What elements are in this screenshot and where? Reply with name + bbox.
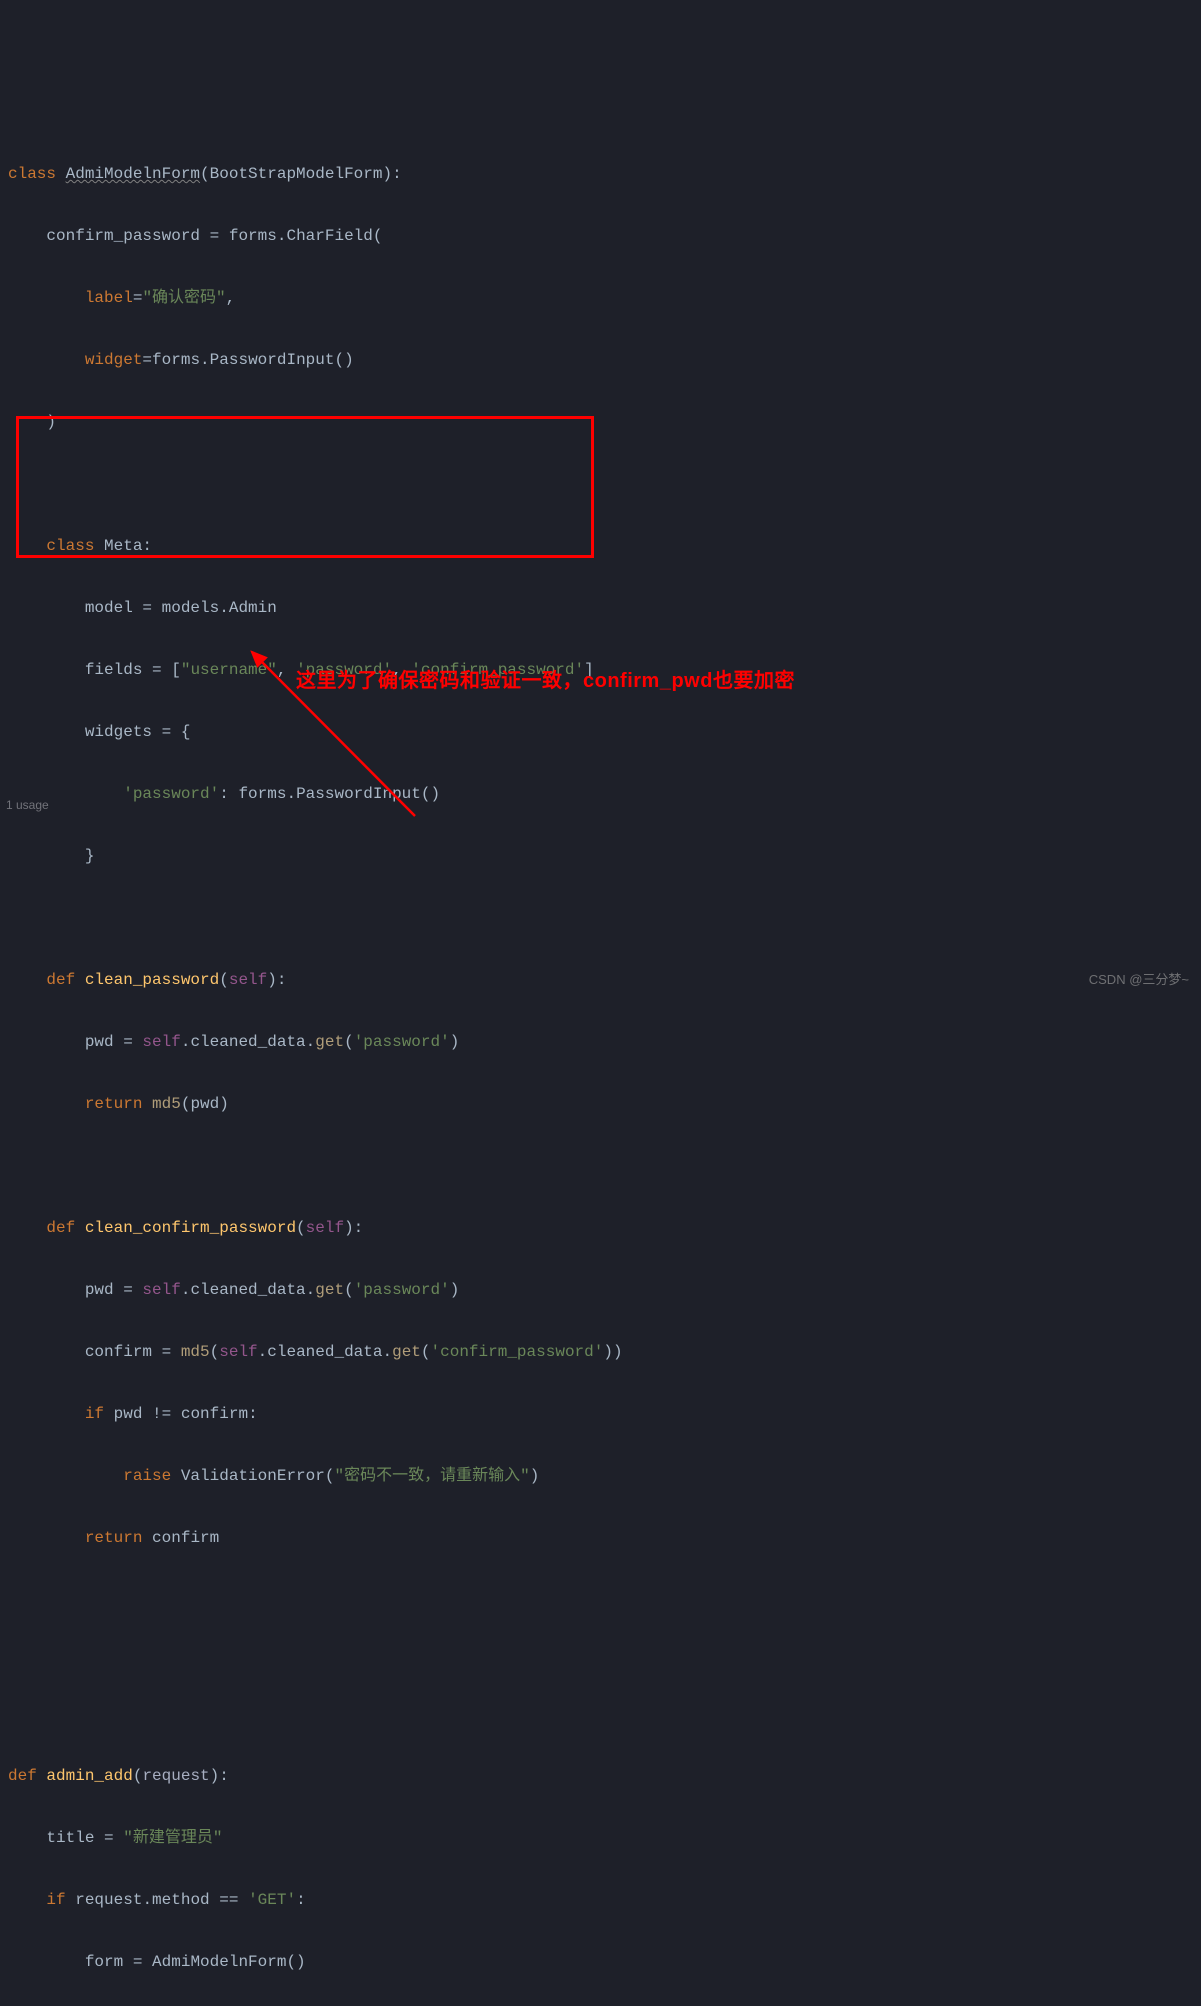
string: "新建管理员" xyxy=(123,1829,222,1847)
function-name: clean_confirm_password xyxy=(85,1219,296,1237)
function-call: PasswordInput xyxy=(296,785,421,803)
string: 'password' xyxy=(354,1281,450,1299)
code-line[interactable]: class Meta: xyxy=(8,531,1201,562)
code-line[interactable]: return md5(pwd) xyxy=(8,1089,1201,1120)
code-editor[interactable]: class AdmiModelnForm(BootStrapModelForm)… xyxy=(0,124,1201,2006)
code-line[interactable]: label="确认密码", xyxy=(8,283,1201,314)
variable: fields xyxy=(85,661,152,679)
code-line[interactable]: if pwd != confirm: xyxy=(8,1399,1201,1430)
keyword-class: class xyxy=(8,165,66,183)
code-line[interactable]: form = AdmiModelnForm() xyxy=(8,1947,1201,1978)
string: 'password' xyxy=(296,661,392,679)
code-line-blank[interactable] xyxy=(8,1647,1201,1678)
code-line[interactable]: return confirm xyxy=(8,1523,1201,1554)
variable: pwd xyxy=(85,1033,123,1051)
variable: confirm xyxy=(85,1343,162,1361)
code-line[interactable]: } xyxy=(8,841,1201,872)
self-param: self xyxy=(229,971,267,989)
variable: pwd xyxy=(85,1281,123,1299)
function-call: CharField xyxy=(286,227,372,245)
string: 'password' xyxy=(354,1033,450,1051)
function-call: md5 xyxy=(152,1095,181,1113)
keyword-return: return xyxy=(85,1529,152,1547)
string: "username" xyxy=(181,661,277,679)
code-line[interactable]: title = "新建管理员" xyxy=(8,1823,1201,1854)
parameter: request xyxy=(142,1767,209,1785)
string: 'GET' xyxy=(248,1891,296,1909)
code-line-blank[interactable] xyxy=(8,1585,1201,1616)
class-name: AdmiModelnForm xyxy=(66,165,200,183)
function-call: PasswordInput xyxy=(210,351,335,369)
code-line[interactable]: class AdmiModelnForm(BootStrapModelForm)… xyxy=(8,159,1201,190)
string: "确认密码" xyxy=(142,289,225,307)
variable: confirm_password xyxy=(46,227,209,245)
base-class: BootStrapModelForm xyxy=(210,165,383,183)
keyword-class: class xyxy=(46,537,104,555)
code-line[interactable]: widgets = { xyxy=(8,717,1201,748)
function-name: admin_add xyxy=(46,1767,132,1785)
code-line[interactable]: fields = ["username", 'password', 'confi… xyxy=(8,655,1201,686)
string: 'confirm_password' xyxy=(431,1343,604,1361)
string: 'password' xyxy=(123,785,219,803)
function-name: clean_password xyxy=(85,971,219,989)
keyword-if: if xyxy=(85,1405,114,1423)
code-line[interactable]: if request.method == 'GET': xyxy=(8,1885,1201,1916)
keyword-def: def xyxy=(8,1767,46,1785)
keyword-raise: raise xyxy=(123,1467,181,1485)
variable: widgets xyxy=(85,723,162,741)
watermark: CSDN @三分梦~ xyxy=(1089,964,1189,995)
self-param: self xyxy=(306,1219,344,1237)
code-line[interactable]: raise ValidationError("密码不一致，请重新输入") xyxy=(8,1461,1201,1492)
string: "密码不一致，请重新输入" xyxy=(334,1467,529,1485)
code-line-blank[interactable] xyxy=(8,469,1201,500)
kwarg: label xyxy=(85,289,133,307)
code-line[interactable]: model = models.Admin xyxy=(8,593,1201,624)
code-line-blank[interactable] xyxy=(8,1151,1201,1182)
code-line[interactable]: ) xyxy=(8,407,1201,438)
class-name: Meta xyxy=(104,537,142,555)
kwarg: widget xyxy=(85,351,143,369)
code-line[interactable]: pwd = self.cleaned_data.get('password') xyxy=(8,1275,1201,1306)
code-line[interactable]: def clean_confirm_password(self): xyxy=(8,1213,1201,1244)
code-line[interactable]: pwd = self.cleaned_data.get('password') xyxy=(8,1027,1201,1058)
variable: title xyxy=(46,1829,104,1847)
code-line[interactable]: widget=forms.PasswordInput() xyxy=(8,345,1201,376)
keyword-if: if xyxy=(46,1891,75,1909)
code-line[interactable]: def clean_password(self): xyxy=(8,965,1201,996)
keyword-def: def xyxy=(46,971,84,989)
usage-hint[interactable]: 1 usage xyxy=(6,790,49,821)
code-line[interactable]: confirm = md5(self.cleaned_data.get('con… xyxy=(8,1337,1201,1368)
keyword-return: return xyxy=(85,1095,152,1113)
code-line[interactable]: def admin_add(request): xyxy=(8,1761,1201,1792)
code-line[interactable]: 'password': forms.PasswordInput() xyxy=(8,779,1201,810)
keyword-def: def xyxy=(46,1219,84,1237)
code-line[interactable]: confirm_password = forms.CharField( xyxy=(8,221,1201,252)
variable: form xyxy=(85,1953,133,1971)
variable: model xyxy=(85,599,143,617)
string: 'confirm_password' xyxy=(411,661,584,679)
code-line-blank[interactable] xyxy=(8,903,1201,934)
